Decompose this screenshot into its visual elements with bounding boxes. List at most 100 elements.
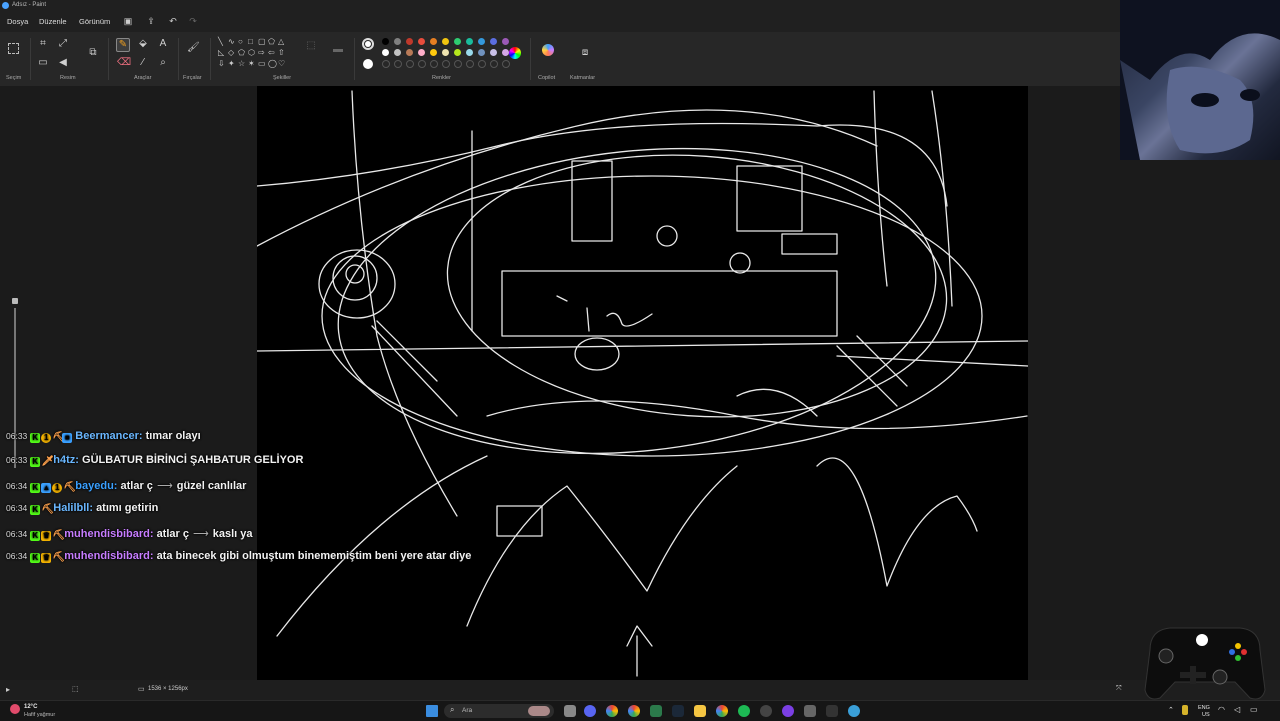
menu-edit[interactable]: Düzenle [39,17,67,26]
callout-rect-shape-icon[interactable]: ▭ [258,60,266,68]
app-purple-icon[interactable] [782,705,794,717]
fill-style-icon[interactable]: ▬ [332,44,344,56]
flip-icon[interactable]: ▭ [37,57,49,69]
rounded-rect-shape-icon[interactable]: ▢ [258,38,266,46]
rect-shape-icon[interactable]: □ [248,38,253,46]
tray-chevron-icon[interactable]: ⌃ [1168,706,1174,714]
brush-icon[interactable]: 🖌 [187,42,200,54]
color-swatch[interactable] [406,49,413,56]
color-swatch[interactable] [442,49,449,56]
polygon-shape-icon[interactable]: ⬠ [268,38,275,46]
menu-view[interactable]: Görünüm [79,17,110,26]
shapes-gallery[interactable]: ╲ ∿ ○ □ ▢ ⬠ △ ◺ ◇ ⬠ ⬡ ⇨ ⇦ ⇧ ⇩ ✦ ☆ ✶ ▭ ◯ … [218,38,298,74]
diamond-shape-icon[interactable]: ◇ [228,49,234,57]
tray-app-icon[interactable] [1182,705,1188,715]
layers-icon[interactable]: ⧈ [579,47,591,59]
color-swatch[interactable] [382,49,389,56]
color-swatch[interactable] [394,38,401,45]
chat-username[interactable]: muhendisbibard: [64,550,156,562]
outline-icon[interactable]: ⬚ [305,40,317,52]
app-blue-icon[interactable] [848,705,860,717]
color-swatch[interactable] [502,38,509,45]
right-triangle-shape-icon[interactable]: ◺ [218,49,224,57]
task-view-icon[interactable] [564,705,576,717]
app-icon[interactable] [650,705,662,717]
save-icon[interactable]: ▣ [123,16,133,26]
arrow-up-shape-icon[interactable]: ⇧ [278,49,285,57]
empty-color-slot[interactable] [382,60,390,68]
resize-icon[interactable]: ⤢ [57,38,69,50]
hexagon-shape-icon[interactable]: ⬡ [248,49,255,57]
color-swatch[interactable] [502,49,509,56]
primary-color[interactable] [362,38,374,50]
line-shape-icon[interactable]: ╲ [218,38,223,46]
select-rect-icon[interactable] [8,43,19,54]
spotify-icon[interactable] [738,705,750,717]
color-swatch[interactable] [478,38,485,45]
color-swatch[interactable] [478,49,485,56]
volume-icon[interactable]: ◁ [1234,705,1240,714]
wifi-icon[interactable]: ◠ [1218,705,1225,714]
empty-color-slot[interactable] [454,60,462,68]
empty-color-slot[interactable] [394,60,402,68]
color-swatch[interactable] [394,49,401,56]
pentagon-shape-icon[interactable]: ⬠ [238,49,245,57]
chat-username[interactable]: muhendisbibard: [64,528,156,540]
weather-icon[interactable] [10,704,20,714]
color-swatch[interactable] [454,38,461,45]
eraser-icon[interactable]: ⌫ [117,57,131,69]
menu-file[interactable]: Dosya [7,17,28,26]
start-icon[interactable] [426,705,438,717]
region-label[interactable]: US [1202,712,1210,718]
color-swatch[interactable] [466,49,473,56]
color-picker-icon[interactable]: ⁄ [137,57,149,69]
settings-icon[interactable] [804,705,816,717]
chat-username[interactable]: h4tz: [53,454,82,466]
arrow-right-shape-icon[interactable]: ⇨ [258,49,265,57]
chrome-icon-3[interactable] [716,705,728,717]
chrome-icon[interactable] [606,705,618,717]
color-swatch[interactable] [490,38,497,45]
color-swatch[interactable] [430,49,437,56]
discord-icon[interactable] [584,705,596,717]
curve-shape-icon[interactable]: ∿ [228,38,235,46]
star4-shape-icon[interactable]: ✦ [228,60,235,68]
empty-color-slot[interactable] [466,60,474,68]
empty-color-slot[interactable] [418,60,426,68]
search-box[interactable]: ⌕ Ara [444,704,554,718]
share-icon[interactable]: ⇪ [146,16,156,26]
app-dark-icon[interactable] [826,705,838,717]
star6-shape-icon[interactable]: ✶ [248,60,255,68]
arrow-down-shape-icon[interactable]: ⇩ [218,60,225,68]
edit-colors-icon[interactable] [509,47,521,59]
color-swatch[interactable] [490,49,497,56]
crop-icon[interactable]: ⌗ [37,38,49,50]
obs-icon[interactable] [760,705,772,717]
empty-color-slot[interactable] [490,60,498,68]
oval-shape-icon[interactable]: ○ [238,38,243,46]
fill-icon[interactable]: ⬙ [137,38,149,50]
color-swatch[interactable] [418,38,425,45]
callout-oval-shape-icon[interactable]: ◯ [268,60,277,68]
star5-shape-icon[interactable]: ☆ [238,60,245,68]
color-swatch[interactable] [406,38,413,45]
arrow-left-shape-icon[interactable]: ⇦ [268,49,275,57]
battery-icon[interactable]: ▭ [1250,705,1258,714]
chrome-icon-2[interactable] [628,705,640,717]
steam-icon[interactable] [672,705,684,717]
chat-username[interactable]: Halilbll: [53,502,96,514]
color-swatch[interactable] [418,49,425,56]
copilot-icon[interactable] [542,44,554,56]
pencil-icon[interactable]: ✎ [116,38,130,52]
file-explorer-icon[interactable] [694,705,706,717]
chat-username[interactable]: Beermancer: [75,430,145,442]
secondary-color[interactable] [363,59,373,69]
rotate-icon[interactable]: ◀ [57,57,69,69]
magnifier-icon[interactable]: ⌕ [157,57,169,69]
chat-username[interactable]: bayedu: [75,480,120,492]
empty-color-slot[interactable] [478,60,486,68]
empty-color-slot[interactable] [442,60,450,68]
color-swatch[interactable] [466,38,473,45]
empty-color-slot[interactable] [430,60,438,68]
redo-icon[interactable]: ↷ [188,16,198,26]
